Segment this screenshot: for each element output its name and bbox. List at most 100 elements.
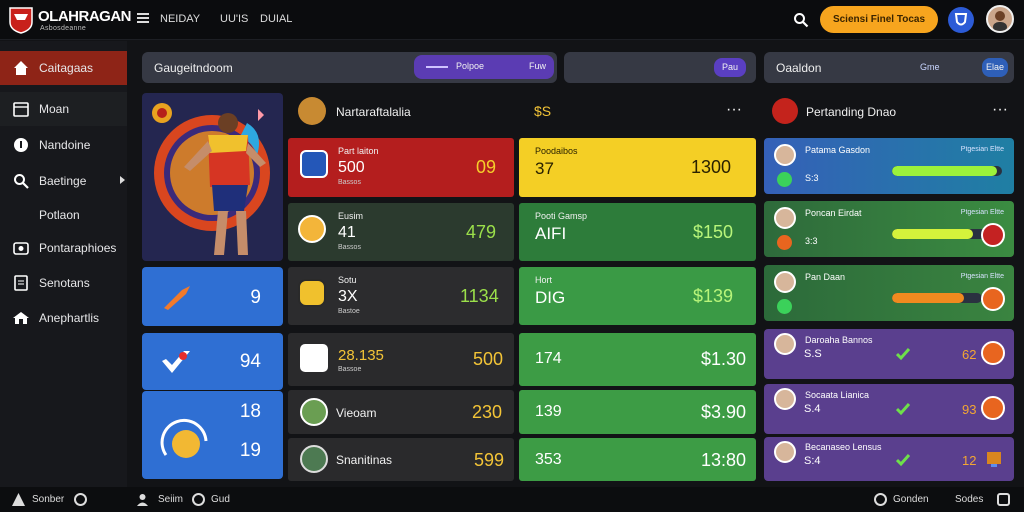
sidebar-item-potlaon[interactable]: Potlaon [0,198,127,232]
alert-icon[interactable] [12,493,25,506]
match-row-3[interactable]: Sotu 3X Bastoe 1134 [288,267,514,325]
menu-icon[interactable] [137,13,149,23]
match-table-header: Nartaraftalalia $S ··· [296,93,756,131]
match-score: 28.135 [338,347,384,364]
footer-right-label-2[interactable]: Sodes [955,494,983,505]
player-avatar [774,333,796,355]
sidebar-item-home[interactable]: Caitagaas [0,51,127,85]
footer-left-label[interactable]: Sonber [32,494,64,505]
player-avatar [774,144,796,166]
user-avatar[interactable] [986,5,1014,33]
sidebar-item-pontaraphioes[interactable]: Pontaraphioes [0,231,127,265]
filter-pill[interactable]: Polpoe Fuw [414,55,554,79]
mid-pill[interactable]: Pau [714,58,746,77]
search-bar[interactable]: Gaugeitndoom Polpoe Fuw [142,52,557,83]
match-title: Eusim [338,211,364,221]
more-options-icon[interactable]: ··· [726,101,742,119]
team-avatar [300,398,328,426]
trophy-icon [987,452,1001,467]
stat-card-2[interactable]: 94 [142,333,283,390]
promo-button[interactable]: Sciensi Finel Tocas [820,6,938,33]
match-sub: Bassos [338,244,361,251]
stat-card-1[interactable]: 9 [142,267,283,326]
filter-pill-badge: Fuw [528,61,546,71]
shield-badge-icon[interactable] [948,7,974,33]
chevron-right-icon[interactable] [120,176,125,184]
calendar-icon [13,102,29,117]
odds-value: $1.30 [701,349,747,369]
medal-icon [160,418,208,458]
ball-icon [981,396,1005,420]
match-name: Snanitinas [336,453,393,467]
match-row-4[interactable]: 28.135 Bassoe 500 [288,333,514,386]
match-row-5[interactable]: Vieoam 230 [288,390,514,434]
help-icon[interactable] [874,493,887,506]
standings-row-6[interactable]: Becanaseo Lensus S:4 12 [764,437,1014,481]
right-chip-2[interactable]: Elae [982,58,1008,77]
odds-row-5[interactable]: 139 $3.90 [519,390,756,434]
odds-row-1[interactable]: Poodaibos 37 1300 [519,138,756,197]
match-row-6[interactable]: Snanitinas 599 [288,438,514,481]
settings-icon[interactable] [74,493,87,506]
progress-bar [892,229,987,239]
match-value: 09 [476,157,497,177]
featured-player-card[interactable] [142,93,283,261]
user-icon[interactable] [136,493,149,506]
standings-row-5[interactable]: Socaata Lianica S.4 93 [764,384,1014,434]
nav-link-3[interactable]: DUIAL [260,13,292,25]
sidebar-item-senotans[interactable]: Senotans [0,266,127,300]
more-options-icon[interactable]: ··· [992,101,1008,119]
odds-row-2[interactable]: Pooti Gamsp AIFI $150 [519,203,756,261]
sidebar-item-baetinge[interactable]: Baetinge [0,164,127,198]
match-score: 41 [338,224,356,241]
mid-bar[interactable]: Pau [564,52,756,83]
odds-score: 37 [535,159,554,178]
footer-mid-label-2[interactable]: Gud [211,494,230,505]
right-chip-1[interactable]: Gme [920,62,940,72]
player-link[interactable]: Ptgesian Eltte [961,273,1004,280]
standings-row-2[interactable]: Poncan Eirdat Ptgesian Eltte 3:3 [764,201,1014,257]
match-value: 230 [472,402,503,422]
status-dot-icon [777,172,792,187]
odds-row-6[interactable]: 353 13:80 [519,438,756,481]
nav-link-1[interactable]: NEIDAY [160,13,200,25]
player-link[interactable]: Ptgesian Eltte [961,209,1004,216]
player-link[interactable]: Ptgesian Eltte [961,146,1004,153]
check-icon [896,348,910,361]
sidebar-item-moan[interactable]: Moan [0,92,127,126]
standings-title: Pertanding Dnao [806,105,897,119]
odds-title: Pooti Gamsp [535,211,588,221]
footer-mid-label-1[interactable]: Seiim [158,494,183,505]
standings-row-1[interactable]: Patama Gasdon Ptgesian Eltte S:3 [764,138,1014,194]
footer-right-label-1[interactable]: Gonden [893,494,929,505]
odds-value: $139 [693,286,734,306]
sidebar-item-anephartlis[interactable]: Anephartlis [0,301,127,335]
match-row-1[interactable]: Part laiton 500 Bassos 09 [288,138,514,197]
nav-link-2[interactable]: UU'IS [220,13,248,25]
stat-card-3[interactable]: 18 19 [142,391,283,479]
standings-row-3[interactable]: Pan Daan Ptgesian Eltte [764,265,1014,321]
standings-row-4[interactable]: Daroaha Bannos S.S 62 [764,329,1014,379]
match-sub: Bassoe [338,366,362,373]
player-name: Patama Gasdon [805,145,871,155]
match-title: Part laiton [338,146,379,156]
odds-score: DIG [535,288,566,307]
odds-score: AIFI [535,224,567,243]
player-avatar [774,388,796,410]
match-row-2[interactable]: Eusim 41 Bassos 479 [288,203,514,261]
player-score: S:3 [805,173,819,183]
clock-icon[interactable] [192,493,205,506]
odds-row-4[interactable]: 174 $1.30 [519,333,756,386]
sidebar-item-nandoine[interactable]: Nandoine [0,128,127,162]
player-score: S:4 [804,455,821,467]
search-icon[interactable] [793,12,809,28]
team-crest-icon [300,150,328,178]
team-crest-icon [298,215,326,243]
stat-value: 18 [239,401,261,422]
odds-row-3[interactable]: Hort DIG $139 [519,267,756,325]
notification-icon[interactable] [997,493,1010,506]
brand-logo-icon[interactable] [8,6,34,34]
right-bar[interactable]: Oaaldon Gme Elae [764,52,1014,83]
match-score: 500 [338,159,365,176]
match-score: 3X [338,288,358,305]
